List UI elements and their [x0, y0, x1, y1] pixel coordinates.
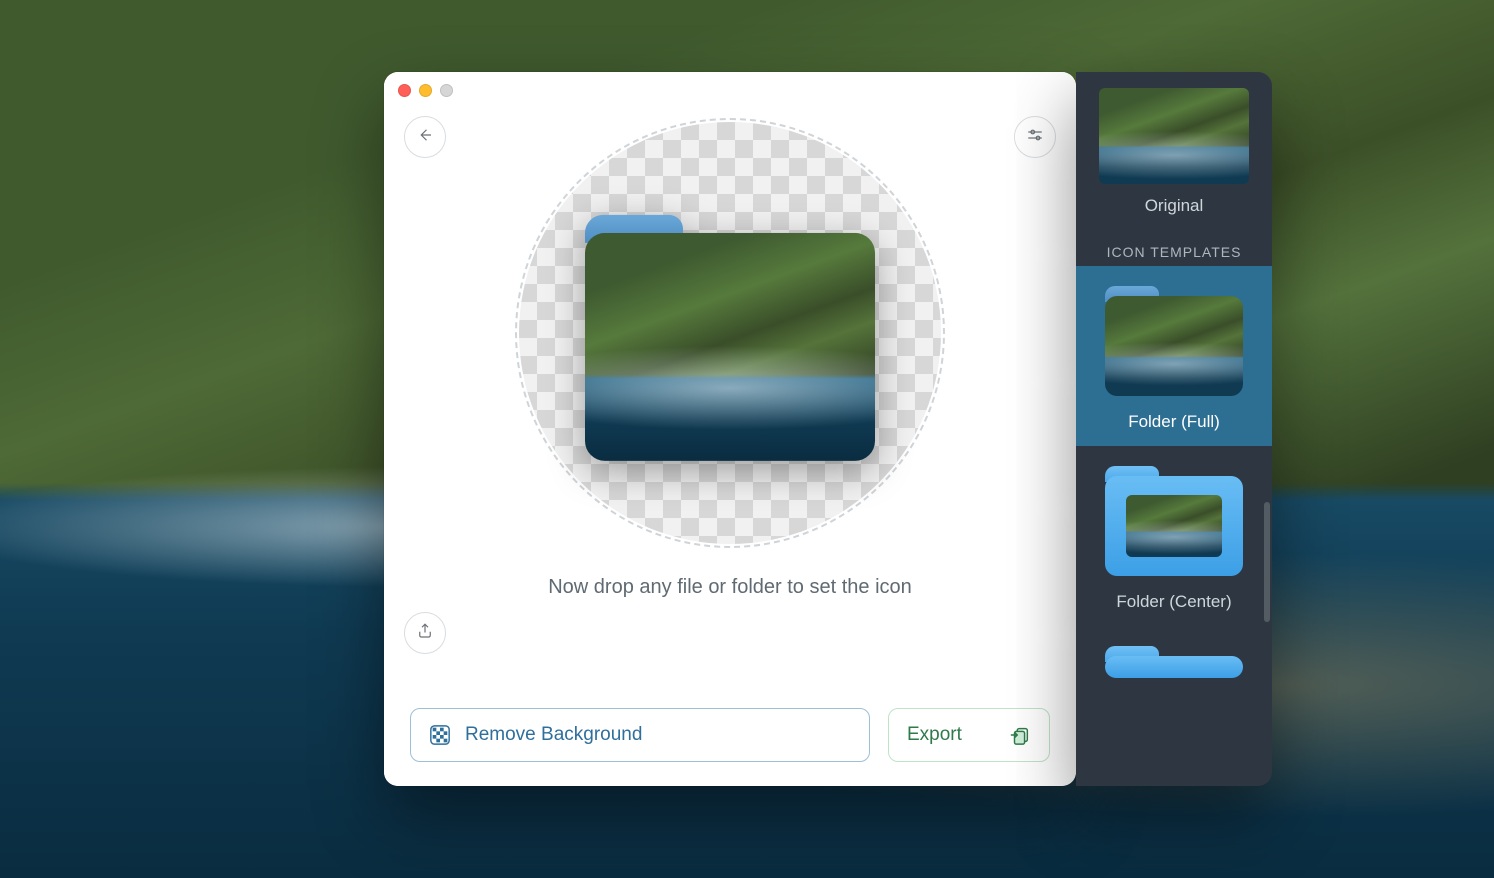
window-zoom-button[interactable] — [440, 84, 453, 97]
folder-next-thumbnail — [1099, 642, 1249, 762]
sidebar-item-label: Folder (Center) — [1088, 592, 1260, 612]
window-close-button[interactable] — [398, 84, 411, 97]
share-button[interactable] — [404, 612, 446, 654]
share-icon — [416, 622, 434, 645]
icon-drop-zone[interactable] — [515, 118, 945, 548]
app-window: Now drop any file or folder to set the i… — [384, 72, 1076, 786]
drop-hint-text: Now drop any file or folder to set the i… — [548, 576, 912, 599]
window-main-pane: Now drop any file or folder to set the i… — [384, 72, 1076, 786]
export-label: Export — [907, 724, 962, 746]
original-thumbnail — [1099, 88, 1249, 184]
icon-preview — [585, 215, 875, 461]
folder-full-thumbnail — [1099, 282, 1249, 402]
export-button[interactable]: Export — [888, 708, 1050, 762]
checker-square-icon — [429, 724, 451, 746]
templates-heading: ICON TEMPLATES — [1076, 230, 1272, 266]
sidebar-item-folder-full[interactable]: Folder (Full) — [1076, 266, 1272, 446]
templates-sidebar[interactable]: Original ICON TEMPLATES Folder (Full) Fo… — [1076, 72, 1272, 786]
desktop-wallpaper: Now drop any file or folder to set the i… — [0, 0, 1494, 878]
remove-background-button[interactable]: Remove Background — [410, 708, 870, 762]
window-minimize-button[interactable] — [419, 84, 432, 97]
sidebar-scrollbar[interactable] — [1264, 502, 1270, 622]
sidebar-item-label: Folder (Full) — [1088, 412, 1260, 432]
sidebar-item-label: Original — [1088, 196, 1260, 216]
sidebar-item-original[interactable]: Original — [1076, 72, 1272, 230]
window-titlebar[interactable] — [384, 72, 1076, 108]
export-icon — [1009, 724, 1031, 746]
folder-center-thumbnail — [1099, 462, 1249, 582]
sidebar-item-folder-next[interactable] — [1076, 626, 1272, 762]
remove-background-label: Remove Background — [465, 724, 642, 746]
sidebar-item-folder-center[interactable]: Folder (Center) — [1076, 446, 1272, 626]
